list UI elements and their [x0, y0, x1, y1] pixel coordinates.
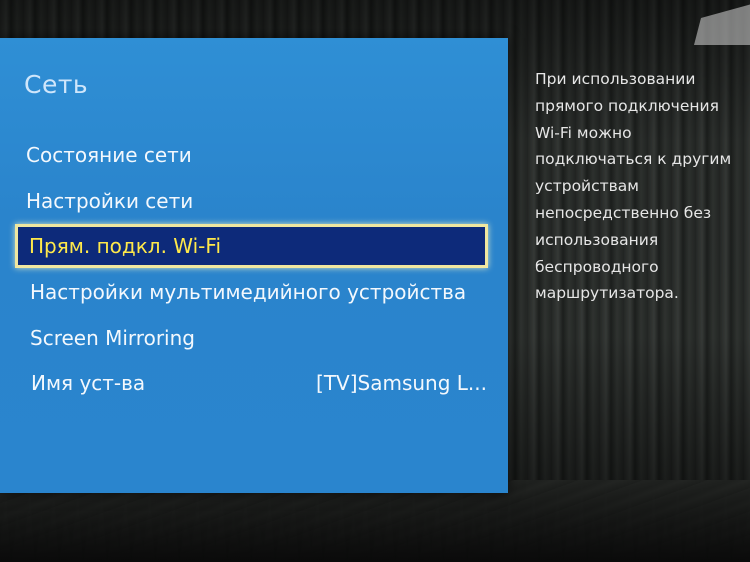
menu-item-wifi-direct[interactable]: Прям. подкл. Wi-Fi [15, 224, 488, 268]
description-line: подключаться к другим [535, 150, 732, 169]
description-line: использования [535, 230, 659, 249]
description-line: непосредственно без [535, 203, 712, 222]
menu-item-label: Имя уст-ва [31, 371, 146, 395]
menu-title: Сеть [24, 70, 89, 99]
menu-item-network-status[interactable]: Состояние сети [26, 136, 492, 174]
menu-item-device-name[interactable]: Имя уст-ва [TV]Samsung L... [31, 364, 497, 402]
menu-item-label: Состояние сети [26, 143, 192, 167]
description-line: При использовании [535, 70, 696, 88]
menu-item-label: Настройки сети [26, 189, 194, 213]
description-line: Wi-Fi можно [535, 123, 632, 142]
description-line: маршрутизатора. [535, 284, 679, 303]
description-line: прямого подключения [535, 96, 719, 115]
menu-item-screen-mirroring[interactable]: Screen Mirroring [30, 319, 496, 357]
description-line: устройствам [535, 177, 639, 196]
device-name-value: [TV]Samsung L... [316, 371, 487, 395]
menu-item-label: Прям. подкл. Wi-Fi [29, 234, 222, 258]
menu-item-label: Настройки мультимедийного устройства [30, 280, 467, 304]
help-description: При использовании прямого подключения Wi… [535, 66, 740, 307]
menu-item-label: Screen Mirroring [30, 326, 195, 350]
network-menu-panel: Сеть Состояние сети Настройки сети Прям.… [0, 38, 508, 493]
description-line: беспроводного [535, 257, 659, 276]
menu-item-multimedia-settings[interactable]: Настройки мультимедийного устройства [30, 273, 496, 311]
menu-item-network-settings[interactable]: Настройки сети [26, 182, 492, 220]
